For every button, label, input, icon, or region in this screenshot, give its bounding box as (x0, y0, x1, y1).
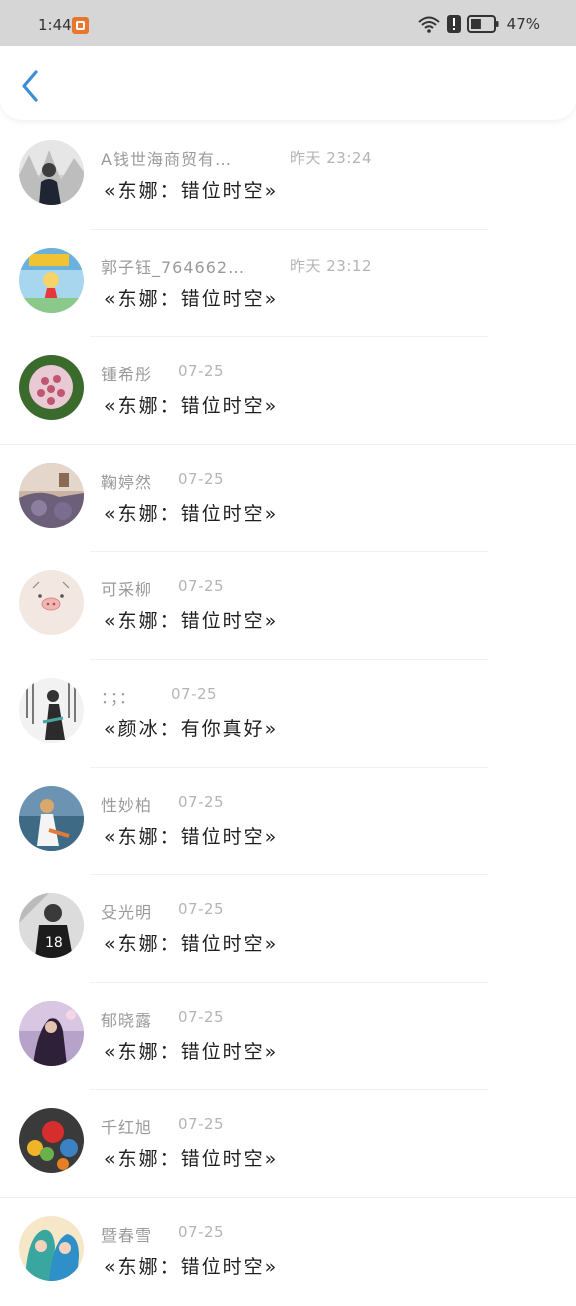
message-preview[interactable]: «东娜：错位时空» (104, 1144, 278, 1171)
top-bar (0, 46, 576, 120)
message-preview[interactable]: «东娜：错位时空» (104, 1252, 278, 1279)
message-preview[interactable]: «东娜：错位时空» (104, 176, 278, 203)
list-item[interactable]: 锺希彤 07-25 «东娜：错位时空» (0, 337, 576, 445)
message-preview[interactable]: «东娜：错位时空» (104, 499, 278, 526)
list-item[interactable]: 暨春雪 07-25 «东娜：错位时空» (0, 1198, 576, 1306)
message-time: 07-25 (178, 900, 225, 919)
contact-name: 殳光明 (101, 903, 153, 923)
contact-name: 性妙柏 (101, 795, 153, 815)
back-button[interactable] (16, 68, 46, 104)
status-time: 1:44 (38, 16, 72, 34)
avatar[interactable] (19, 247, 84, 313)
message-time: 07-25 (178, 577, 225, 596)
avatar[interactable] (19, 677, 84, 743)
contact-name: ：；： (101, 687, 137, 707)
avatar[interactable] (19, 140, 84, 205)
alert-icon (446, 15, 461, 33)
avatar[interactable] (19, 570, 84, 636)
chevron-left-icon (22, 70, 38, 102)
message-time: 07-25 (178, 1222, 225, 1241)
avatar[interactable] (19, 785, 84, 851)
message-time: 07-25 (178, 469, 225, 488)
battery-icon (466, 15, 499, 33)
list-item[interactable]: 性妙柏 07-25 «东娜：错位时空» (0, 768, 576, 876)
message-preview[interactable]: «东娜：错位时空» (104, 391, 278, 418)
avatar[interactable] (19, 1000, 84, 1066)
avatar[interactable] (19, 1108, 84, 1174)
avatar[interactable]: 18 (19, 893, 84, 959)
contact-name: 郁晓露 (101, 1010, 153, 1030)
list-item[interactable]: 千红旭 07-25 «东娜：错位时空» (0, 1090, 576, 1198)
contact-name: 可采柳 (101, 580, 153, 600)
avatar[interactable] (19, 1215, 84, 1281)
contact-name: A钱世海商贸有… (101, 150, 232, 169)
list-item[interactable]: 郁晓露 07-25 «东娜：错位时空» (0, 983, 576, 1091)
list-item[interactable]: 18 殳光明 07-25 «东娜：错位时空» (0, 875, 576, 983)
list-item[interactable]: 鞠婷然 07-25 «东娜：错位时空» (0, 445, 576, 553)
status-icons: 47% (417, 14, 540, 34)
message-preview[interactable]: «东娜：错位时空» (104, 1037, 278, 1064)
message-preview[interactable]: «东娜：错位时空» (104, 929, 278, 956)
contact-name: 千红旭 (101, 1118, 153, 1138)
message-time: 昨天 23:12 (290, 256, 372, 275)
message-time: 07-25 (178, 362, 225, 381)
list-item[interactable]: A钱世海商贸有… 昨天 23:24 «东娜：错位时空» (0, 122, 576, 230)
avatar[interactable] (19, 355, 84, 421)
wifi-icon (417, 14, 441, 34)
message-preview[interactable]: «东娜：错位时空» (104, 822, 278, 849)
app-notification-icon (72, 17, 89, 34)
message-time: 07-25 (178, 792, 225, 811)
message-preview[interactable]: «东娜：错位时空» (104, 284, 278, 311)
message-preview[interactable]: «颜冰：有你真好» (104, 714, 278, 741)
list-item[interactable]: 可采柳 07-25 «东娜：错位时空» (0, 552, 576, 660)
message-list: A钱世海商贸有… 昨天 23:24 «东娜：错位时空» 郭子钰_76466277… (0, 122, 576, 1306)
message-time: 昨天 23:24 (290, 149, 372, 167)
contact-name: 暨春雪 (101, 1225, 153, 1245)
contact-name: 鞠婷然 (101, 472, 153, 492)
contact-name: 锺希彤 (101, 365, 153, 385)
message-time: 07-25 (178, 1007, 225, 1026)
battery-percent: 47% (506, 15, 540, 33)
list-item[interactable]: 郭子钰_764662771… 昨天 23:12 «东娜：错位时空» (0, 230, 576, 338)
avatar[interactable] (19, 462, 84, 528)
message-time: 07-25 (171, 684, 218, 703)
status-bar: 1:44 47% (0, 0, 576, 46)
svg-text:18: 18 (45, 935, 63, 951)
message-time: 07-25 (178, 1115, 225, 1134)
list-item[interactable]: ：；： 07-25 «颜冰：有你真好» (0, 660, 576, 768)
message-preview[interactable]: «东娜：错位时空» (104, 606, 278, 633)
contact-name: 郭子钰_764662771… (101, 257, 251, 277)
